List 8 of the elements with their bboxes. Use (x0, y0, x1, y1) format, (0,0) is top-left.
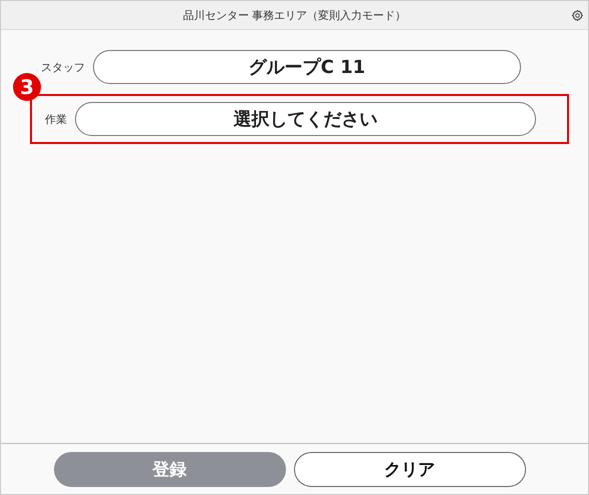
window-title: 品川センター 事務エリア（変則入力モード） (182, 8, 406, 22)
field-label: 作業 (45, 112, 67, 126)
field-label: スタッフ (41, 60, 85, 74)
clear-button[interactable]: クリア (294, 452, 526, 486)
select-field[interactable]: グループC 11 (93, 50, 521, 84)
select-field[interactable]: 選択してください (75, 102, 536, 136)
step-badge: 3 (13, 73, 41, 101)
settings-icon[interactable] (571, 9, 584, 22)
